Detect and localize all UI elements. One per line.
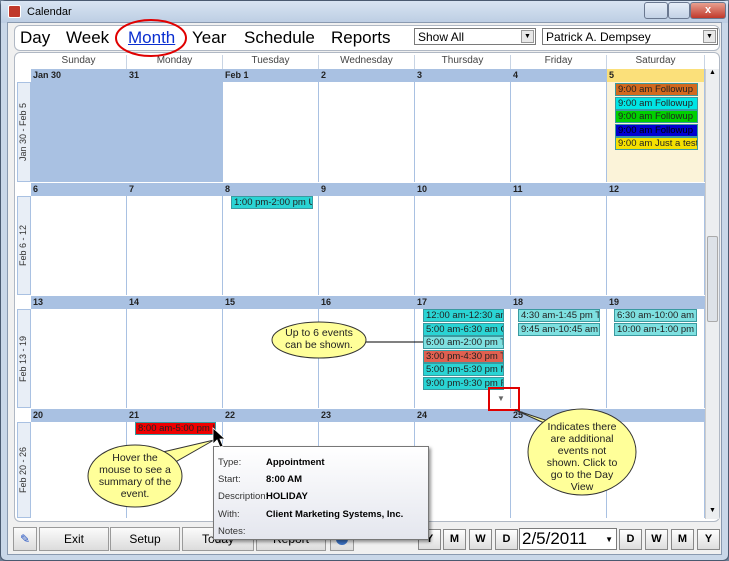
callout-hover-text: Hover the mouse to see a summary of the … xyxy=(98,452,172,500)
mouse-cursor-icon xyxy=(212,427,227,448)
callout-events-text: Up to 6 events can be shown. xyxy=(285,327,353,351)
callout-more-text: Indicates there are additional events no… xyxy=(546,421,618,493)
month-highlight-circle xyxy=(115,19,187,57)
more-events-highlight-box xyxy=(488,387,520,411)
